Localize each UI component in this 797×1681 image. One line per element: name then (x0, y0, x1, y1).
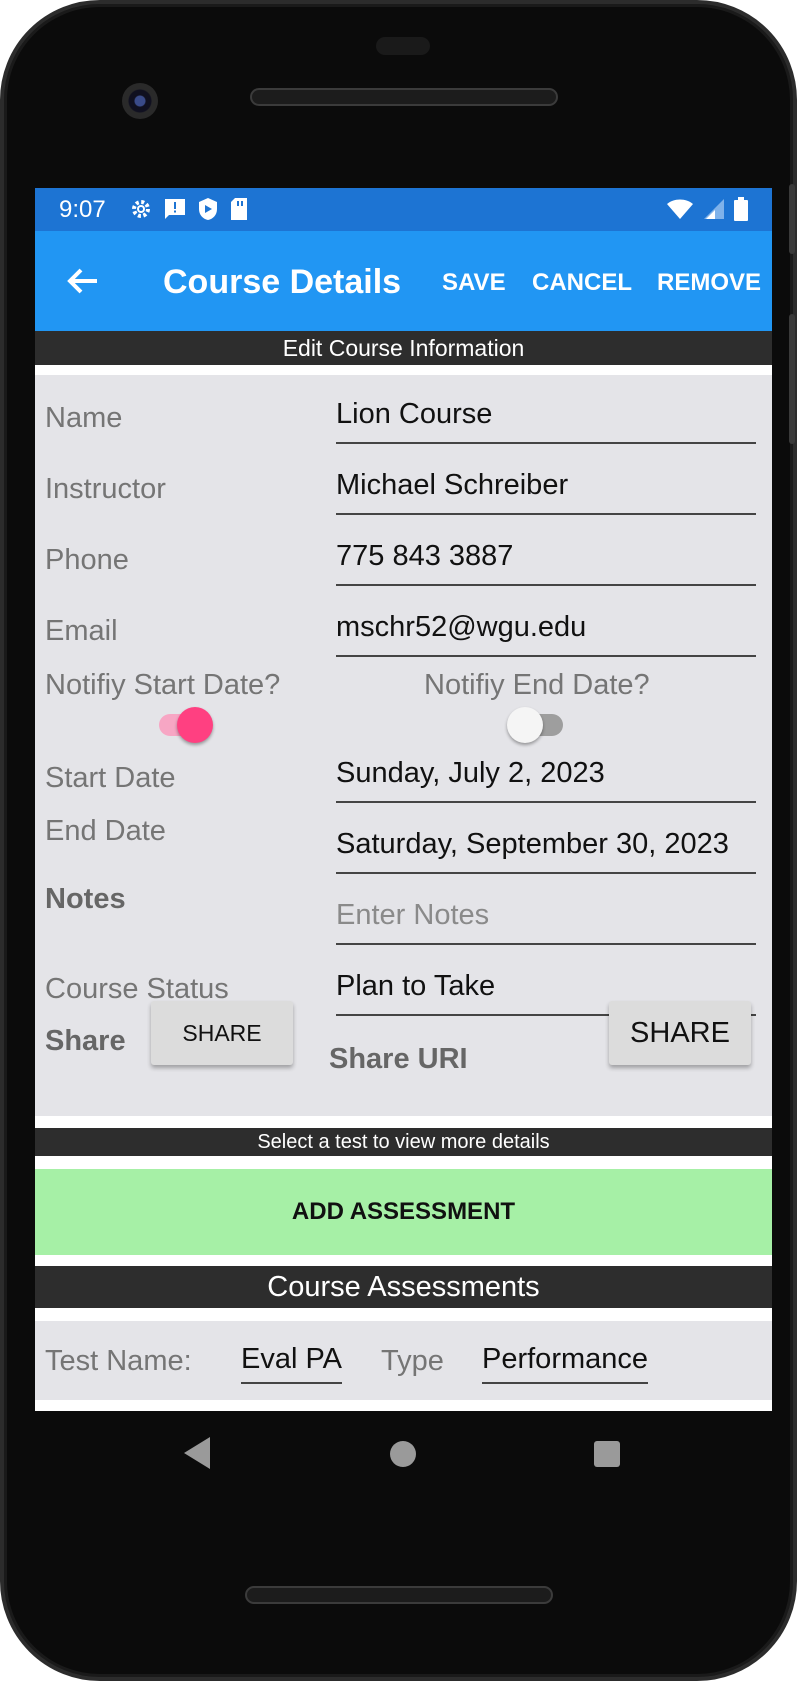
front-camera (122, 83, 158, 119)
start-date-picker[interactable]: Sunday, July 2, 2023 (336, 749, 756, 803)
section-header: Edit Course Information (35, 331, 772, 365)
toggle-thumb (177, 707, 213, 743)
cancel-button[interactable]: CANCEL (532, 269, 632, 297)
tests-hint-bar: Select a test to view more details (35, 1128, 772, 1156)
instructor-label: Instructor (45, 473, 166, 505)
name-field[interactable]: Lion Course (336, 390, 756, 444)
notes-input[interactable]: Enter Notes (336, 891, 756, 945)
top-sensor (376, 37, 430, 55)
add-assessment-button[interactable]: ADD ASSESSMENT (35, 1169, 772, 1255)
alert-message-icon (165, 199, 185, 219)
email-label: Email (45, 615, 118, 647)
start-date-label: Start Date (45, 762, 176, 794)
nav-home-icon[interactable] (390, 1441, 416, 1467)
share-uri-button[interactable]: SHARE (609, 1001, 751, 1065)
notify-start-label: Notifiy Start Date? (45, 669, 281, 701)
share-uri-label: Share URI (329, 1043, 468, 1075)
course-form: Name Lion Course Instructor Michael Schr… (35, 375, 772, 1116)
page-title: Course Details (163, 263, 402, 301)
bottom-speaker (245, 1586, 553, 1604)
status-bar: 9:07 (35, 188, 772, 231)
navigation-bar (4, 1413, 797, 1493)
type-label: Type (381, 1345, 444, 1377)
share-label: Share (45, 1025, 126, 1057)
notify-start-toggle[interactable] (151, 700, 213, 748)
notify-end-toggle[interactable] (507, 700, 569, 748)
volume-button (789, 314, 795, 444)
phone-label: Phone (45, 544, 129, 576)
nav-recents-icon[interactable] (594, 1441, 620, 1467)
instructor-field[interactable]: Michael Schreiber (336, 461, 756, 515)
wifi-icon (667, 199, 693, 219)
sd-card-icon (231, 198, 247, 220)
assessments-header: Course Assessments (35, 1266, 772, 1308)
status-icons-right (666, 197, 748, 221)
signal-icon (704, 199, 724, 219)
notify-end-label: Notifiy End Date? (424, 669, 650, 701)
name-label: Name (45, 402, 123, 434)
earpiece-speaker (250, 88, 558, 106)
shield-icon (199, 198, 217, 220)
test-name-label: Test Name: (45, 1345, 192, 1377)
screen: 9:07 Course Details SAVE CANCEL REMOVE E… (35, 188, 772, 1411)
back-arrow-icon[interactable] (63, 261, 103, 301)
toggle-thumb (507, 707, 543, 743)
email-field[interactable]: mschr52@wgu.edu (336, 603, 756, 657)
phone-field[interactable]: 775 843 3887 (336, 532, 756, 586)
status-time: 9:07 (59, 196, 106, 223)
nav-back-icon[interactable] (184, 1437, 210, 1469)
battery-icon (734, 197, 748, 221)
app-bar: Course Details SAVE CANCEL REMOVE (35, 231, 772, 331)
test-name-value: Eval PA (241, 1343, 343, 1384)
end-date-label: End Date (45, 815, 166, 847)
phone-frame: 9:07 Course Details SAVE CANCEL REMOVE E… (0, 0, 797, 1681)
type-value: Performance (482, 1343, 649, 1384)
notes-label: Notes (45, 883, 126, 915)
assessment-row[interactable]: Test Name: Eval PA Type Performance (35, 1321, 772, 1400)
save-button[interactable]: SAVE (442, 269, 506, 297)
power-button (789, 184, 795, 254)
list-bottom (35, 1400, 772, 1411)
end-date-picker[interactable]: Saturday, September 30, 2023 (336, 820, 756, 874)
settings-icon (132, 200, 150, 218)
status-icons-left (129, 197, 249, 221)
share-button[interactable]: SHARE (151, 1001, 293, 1065)
remove-button[interactable]: REMOVE (657, 269, 761, 297)
